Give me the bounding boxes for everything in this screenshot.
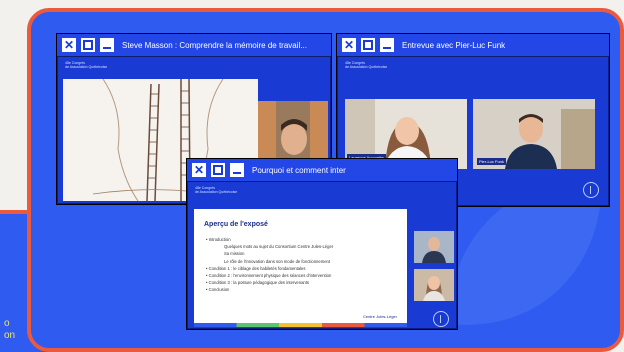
maximize-icon[interactable] <box>81 38 95 52</box>
participant-video-2: Pier-Luc Funk <box>473 99 595 169</box>
slide-bullet-item: Quelques mots au sujet du Consortium Cen… <box>224 244 334 250</box>
slide-bullet-item: Introduction <box>206 236 333 243</box>
video-window-pourquoi[interactable]: ✕ Pourquoi et comment inter 48e Congrès … <box>186 158 458 330</box>
participant-avatar <box>414 269 454 301</box>
slide-heading: Aperçu de l'exposé <box>204 221 268 228</box>
window-titlebar[interactable]: ✕ Pourquoi et comment inter <box>187 159 457 182</box>
window-titlebar[interactable]: ✕ Steve Masson : Comprendre la mémoire d… <box>57 34 331 57</box>
tree-logo-icon <box>583 182 599 198</box>
tree-logo-icon <box>433 311 449 327</box>
slide-bullet-item: Condition 1 : le ciblage des habiletés f… <box>206 265 333 272</box>
participant-avatar <box>414 231 454 263</box>
maximize-icon[interactable] <box>361 38 375 52</box>
participant-thumb-2 <box>414 269 454 301</box>
conference-label: 48e Congrès de Association Québécoise <box>345 61 388 69</box>
window-title: Entrevue avec Pier-Luc Funk <box>402 40 506 50</box>
minimize-icon[interactable] <box>230 163 244 177</box>
window-titlebar[interactable]: ✕ Entrevue avec Pier-Luc Funk <box>337 34 609 57</box>
shared-slide: Aperçu de l'exposé IntroductionQuelques … <box>194 209 407 327</box>
close-icon[interactable]: ✕ <box>342 38 356 52</box>
slide-bullet-item: Condition 3 : la posture pédagogique des… <box>206 279 333 286</box>
slide-bullet-item: Condition 2 : l'environnement physique d… <box>206 272 333 279</box>
slide-logo: Centre Jules-Léger <box>362 314 397 319</box>
participant-thumb-1 <box>414 231 454 263</box>
conference-label: 48e Congrès de Association Québécoise <box>65 61 108 69</box>
participant-name-tag: Pier-Luc Funk <box>477 158 506 165</box>
slide-bullet-list: IntroductionQuelques mots au sujet du Co… <box>206 236 334 294</box>
close-icon[interactable]: ✕ <box>62 38 76 52</box>
left-text-2: on <box>4 330 16 341</box>
close-icon[interactable]: ✕ <box>192 163 206 177</box>
slide-color-bar <box>194 323 407 327</box>
maximize-icon[interactable] <box>211 163 225 177</box>
minimize-icon[interactable] <box>100 38 114 52</box>
slide-bullet-item: Le rôle de l'innovation dans son mode de… <box>224 258 331 264</box>
slide-bullet-item: Sa mission <box>224 251 245 257</box>
slide-bullet-item: Conclusion <box>206 286 333 293</box>
left-text-1: o <box>4 318 10 329</box>
window-title: Steve Masson : Comprendre la mémoire de … <box>122 40 307 50</box>
window-title: Pourquoi et comment inter <box>252 165 346 175</box>
conference-label: 48e Congrès de Association Québécoise <box>195 186 238 194</box>
minimize-icon[interactable] <box>380 38 394 52</box>
